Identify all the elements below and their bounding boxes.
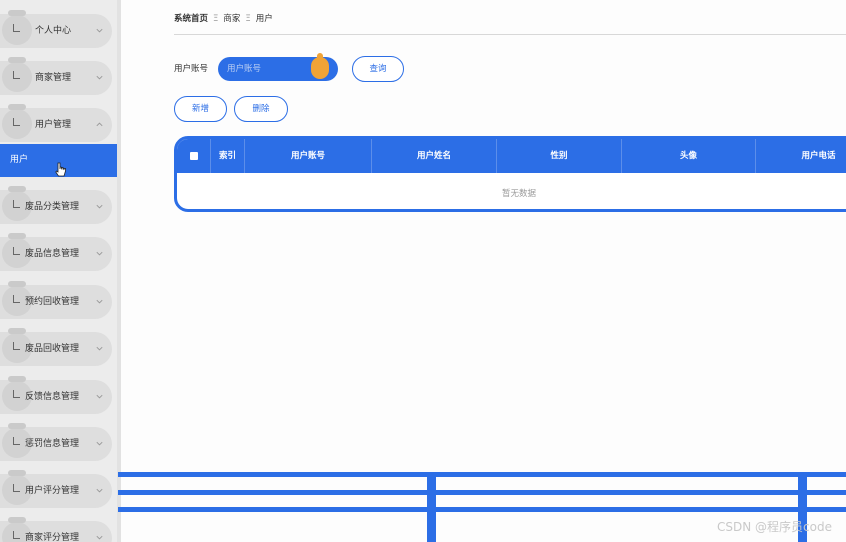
chevron-up-icon bbox=[96, 122, 103, 127]
menu-bullet-icon bbox=[2, 57, 32, 92]
menu-bullet-icon bbox=[2, 104, 32, 139]
sidebar-item-merchant-rating[interactable]: 商家评分管理 bbox=[0, 517, 112, 542]
sidebar-item-user-management[interactable]: 用户管理 bbox=[0, 104, 112, 142]
sidebar-item-appointment-recycling[interactable]: 预约回收管理 bbox=[0, 281, 112, 319]
app-page: 个人中心 商家管理 用户管理 用户 废品分类管理 废品信息管理 预约回收管理 废… bbox=[0, 0, 846, 542]
grid-line bbox=[118, 507, 846, 512]
sidebar-item-label: 个人中心 bbox=[35, 26, 72, 36]
column-header-phone[interactable]: 用户电话 bbox=[756, 139, 846, 173]
sidebar-item-label: 用户管理 bbox=[35, 120, 72, 130]
user-table: 索引 用户账号 用户姓名 性别 头像 用户电话 暂无数据 bbox=[174, 136, 846, 212]
sidebar-item-feedback[interactable]: 反馈信息管理 bbox=[0, 376, 112, 414]
column-header-name[interactable]: 用户姓名 bbox=[372, 139, 497, 173]
sidebar-item-merchant[interactable]: 商家管理 bbox=[0, 57, 112, 95]
select-all-checkbox[interactable] bbox=[190, 152, 198, 160]
sidebar-item-user-rating[interactable]: 用户评分管理 bbox=[0, 470, 112, 508]
chevron-down-icon bbox=[96, 441, 103, 446]
breadcrumb-home[interactable]: 系统首页 bbox=[174, 14, 208, 24]
column-header-avatar[interactable]: 头像 bbox=[622, 139, 756, 173]
column-header-index[interactable]: 索引 bbox=[211, 139, 245, 173]
sidebar-item-label: 废品信息管理 bbox=[25, 249, 80, 259]
sidebar-item-label: 商家管理 bbox=[35, 73, 72, 83]
sidebar-item-waste-category[interactable]: 废品分类管理 bbox=[0, 186, 112, 224]
breadcrumb-separator: Ξ bbox=[245, 14, 251, 24]
chevron-down-icon bbox=[96, 299, 103, 304]
sidebar-item-waste-info[interactable]: 废品信息管理 bbox=[0, 233, 112, 271]
sidebar-divider bbox=[117, 0, 121, 542]
grid-line bbox=[118, 472, 846, 477]
chevron-down-icon bbox=[96, 488, 103, 493]
menu-bullet-icon bbox=[2, 10, 32, 45]
column-header-account[interactable]: 用户账号 bbox=[245, 139, 372, 173]
pointer-cursor-icon bbox=[55, 162, 66, 177]
query-button[interactable]: 查询 bbox=[352, 56, 404, 82]
chevron-down-icon bbox=[96, 204, 103, 209]
sidebar-item-penalty[interactable]: 惩罚信息管理 bbox=[0, 423, 112, 461]
chevron-down-icon bbox=[96, 28, 103, 33]
sidebar-item-label: 惩罚信息管理 bbox=[25, 439, 80, 449]
sidebar-item-label: 废品回收管理 bbox=[25, 344, 80, 354]
breadcrumb: 系统首页 Ξ 商家 Ξ 用户 bbox=[174, 12, 273, 24]
empty-state-text: 暂无数据 bbox=[501, 189, 536, 199]
breadcrumb-merchant[interactable]: 商家 bbox=[223, 14, 240, 24]
breadcrumb-current: 用户 bbox=[255, 14, 273, 24]
chevron-down-icon bbox=[96, 346, 103, 351]
sidebar-item-label: 反馈信息管理 bbox=[25, 392, 80, 402]
chevron-down-icon bbox=[96, 75, 103, 80]
chevron-down-icon bbox=[96, 251, 103, 256]
column-header-gender[interactable]: 性别 bbox=[497, 139, 622, 173]
sidebar: 个人中心 商家管理 用户管理 用户 废品分类管理 废品信息管理 预约回收管理 废… bbox=[0, 0, 117, 542]
sidebar-item-waste-recycling[interactable]: 废品回收管理 bbox=[0, 328, 112, 366]
sidebar-item-label: 用户评分管理 bbox=[25, 486, 80, 496]
search-label: 用户账号 bbox=[174, 64, 209, 74]
sidebar-item-label: 废品分类管理 bbox=[25, 202, 80, 212]
grid-line bbox=[427, 476, 436, 542]
input-decoration-icon bbox=[311, 53, 329, 79]
delete-button[interactable]: 删除 bbox=[234, 96, 288, 122]
breadcrumb-separator: Ξ bbox=[213, 14, 219, 24]
sidebar-subitem-label: 用户 bbox=[10, 155, 29, 165]
grid-line bbox=[118, 490, 846, 495]
chevron-down-icon bbox=[96, 535, 103, 540]
breadcrumb-divider bbox=[174, 34, 846, 35]
sidebar-item-personal-center[interactable]: 个人中心 bbox=[0, 10, 112, 48]
add-button[interactable]: 新增 bbox=[174, 96, 227, 122]
sidebar-item-label: 商家评分管理 bbox=[25, 533, 80, 542]
sidebar-item-label: 预约回收管理 bbox=[25, 297, 80, 307]
table-header: 索引 用户账号 用户姓名 性别 头像 用户电话 bbox=[177, 139, 846, 173]
chevron-down-icon bbox=[96, 394, 103, 399]
select-all-column bbox=[177, 139, 211, 173]
watermark: CSDN @程序员code bbox=[717, 520, 832, 534]
